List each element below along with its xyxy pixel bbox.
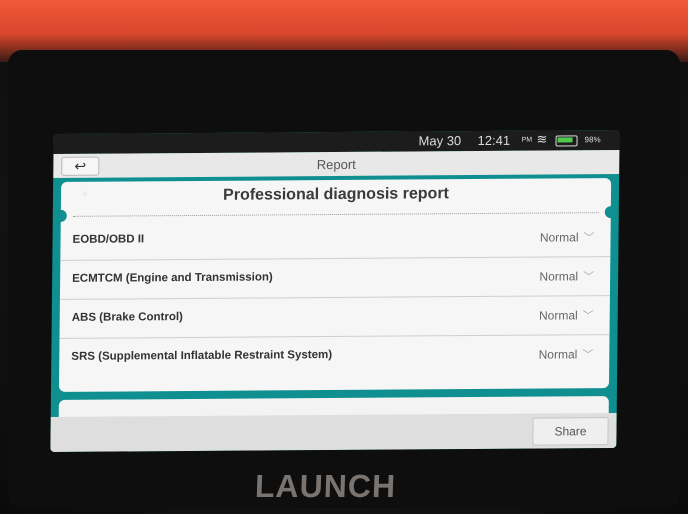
report-row-abs[interactable]: ABS (Brake Control) Normal ﹀: [59, 296, 610, 339]
report-heading: Professional diagnosis report: [222, 185, 450, 204]
wifi-icon: ≋: [536, 131, 548, 147]
report-row-ecmtcm[interactable]: ECMTCM (Engine and Transmission) Normal …: [59, 257, 611, 300]
chevron-down-icon[interactable]: ﹀: [582, 346, 593, 362]
report-row-srs[interactable]: SRS (Supplemental Inflatable Restraint S…: [59, 335, 609, 377]
device-brand-label: LAUNCH: [254, 468, 397, 504]
status-time: 12:41: [477, 132, 511, 149]
system-status: Normal: [538, 347, 578, 362]
chevron-down-icon[interactable]: ﹀: [583, 307, 594, 323]
system-status: Normal: [538, 308, 578, 323]
title-bar: ↩ Report: [53, 150, 620, 178]
chevron-down-icon[interactable]: ﹀: [583, 229, 594, 245]
system-name: EOBD/OBD II: [72, 233, 145, 246]
battery-icon: [555, 135, 578, 147]
share-button[interactable]: Share: [532, 417, 609, 446]
system-status: Normal: [539, 230, 579, 245]
system-name: ECMTCM (Engine and Transmission): [72, 271, 273, 285]
system-status: Normal: [539, 269, 579, 284]
screen: May 30 12:41 PM ≋ 98% ↩ Report ✦ Profess…: [50, 130, 620, 452]
status-ampm: PM: [521, 136, 533, 144]
status-date: May 30: [418, 133, 462, 149]
battery-percent: 98%: [584, 135, 601, 145]
bottom-bar: Share: [50, 413, 617, 452]
page-title: Report: [316, 156, 356, 173]
device-body: LAUNCH May 30 12:41 PM ≋ 98% ↩ Report ✦ …: [0, 0, 688, 514]
system-name: SRS (Supplemental Inflatable Restraint S…: [71, 349, 333, 363]
system-name: ABS (Brake Control): [71, 311, 183, 324]
card-notch-left: [54, 209, 67, 222]
chevron-down-icon[interactable]: ﹀: [583, 268, 594, 284]
card-notch-right: [604, 206, 617, 219]
report-card: ✦ Professional diagnosis report EOBD/OBD…: [54, 178, 617, 392]
report-row-eobd[interactable]: EOBD/OBD II Normal ﹀: [60, 218, 611, 261]
dotted-divider: [72, 212, 599, 217]
